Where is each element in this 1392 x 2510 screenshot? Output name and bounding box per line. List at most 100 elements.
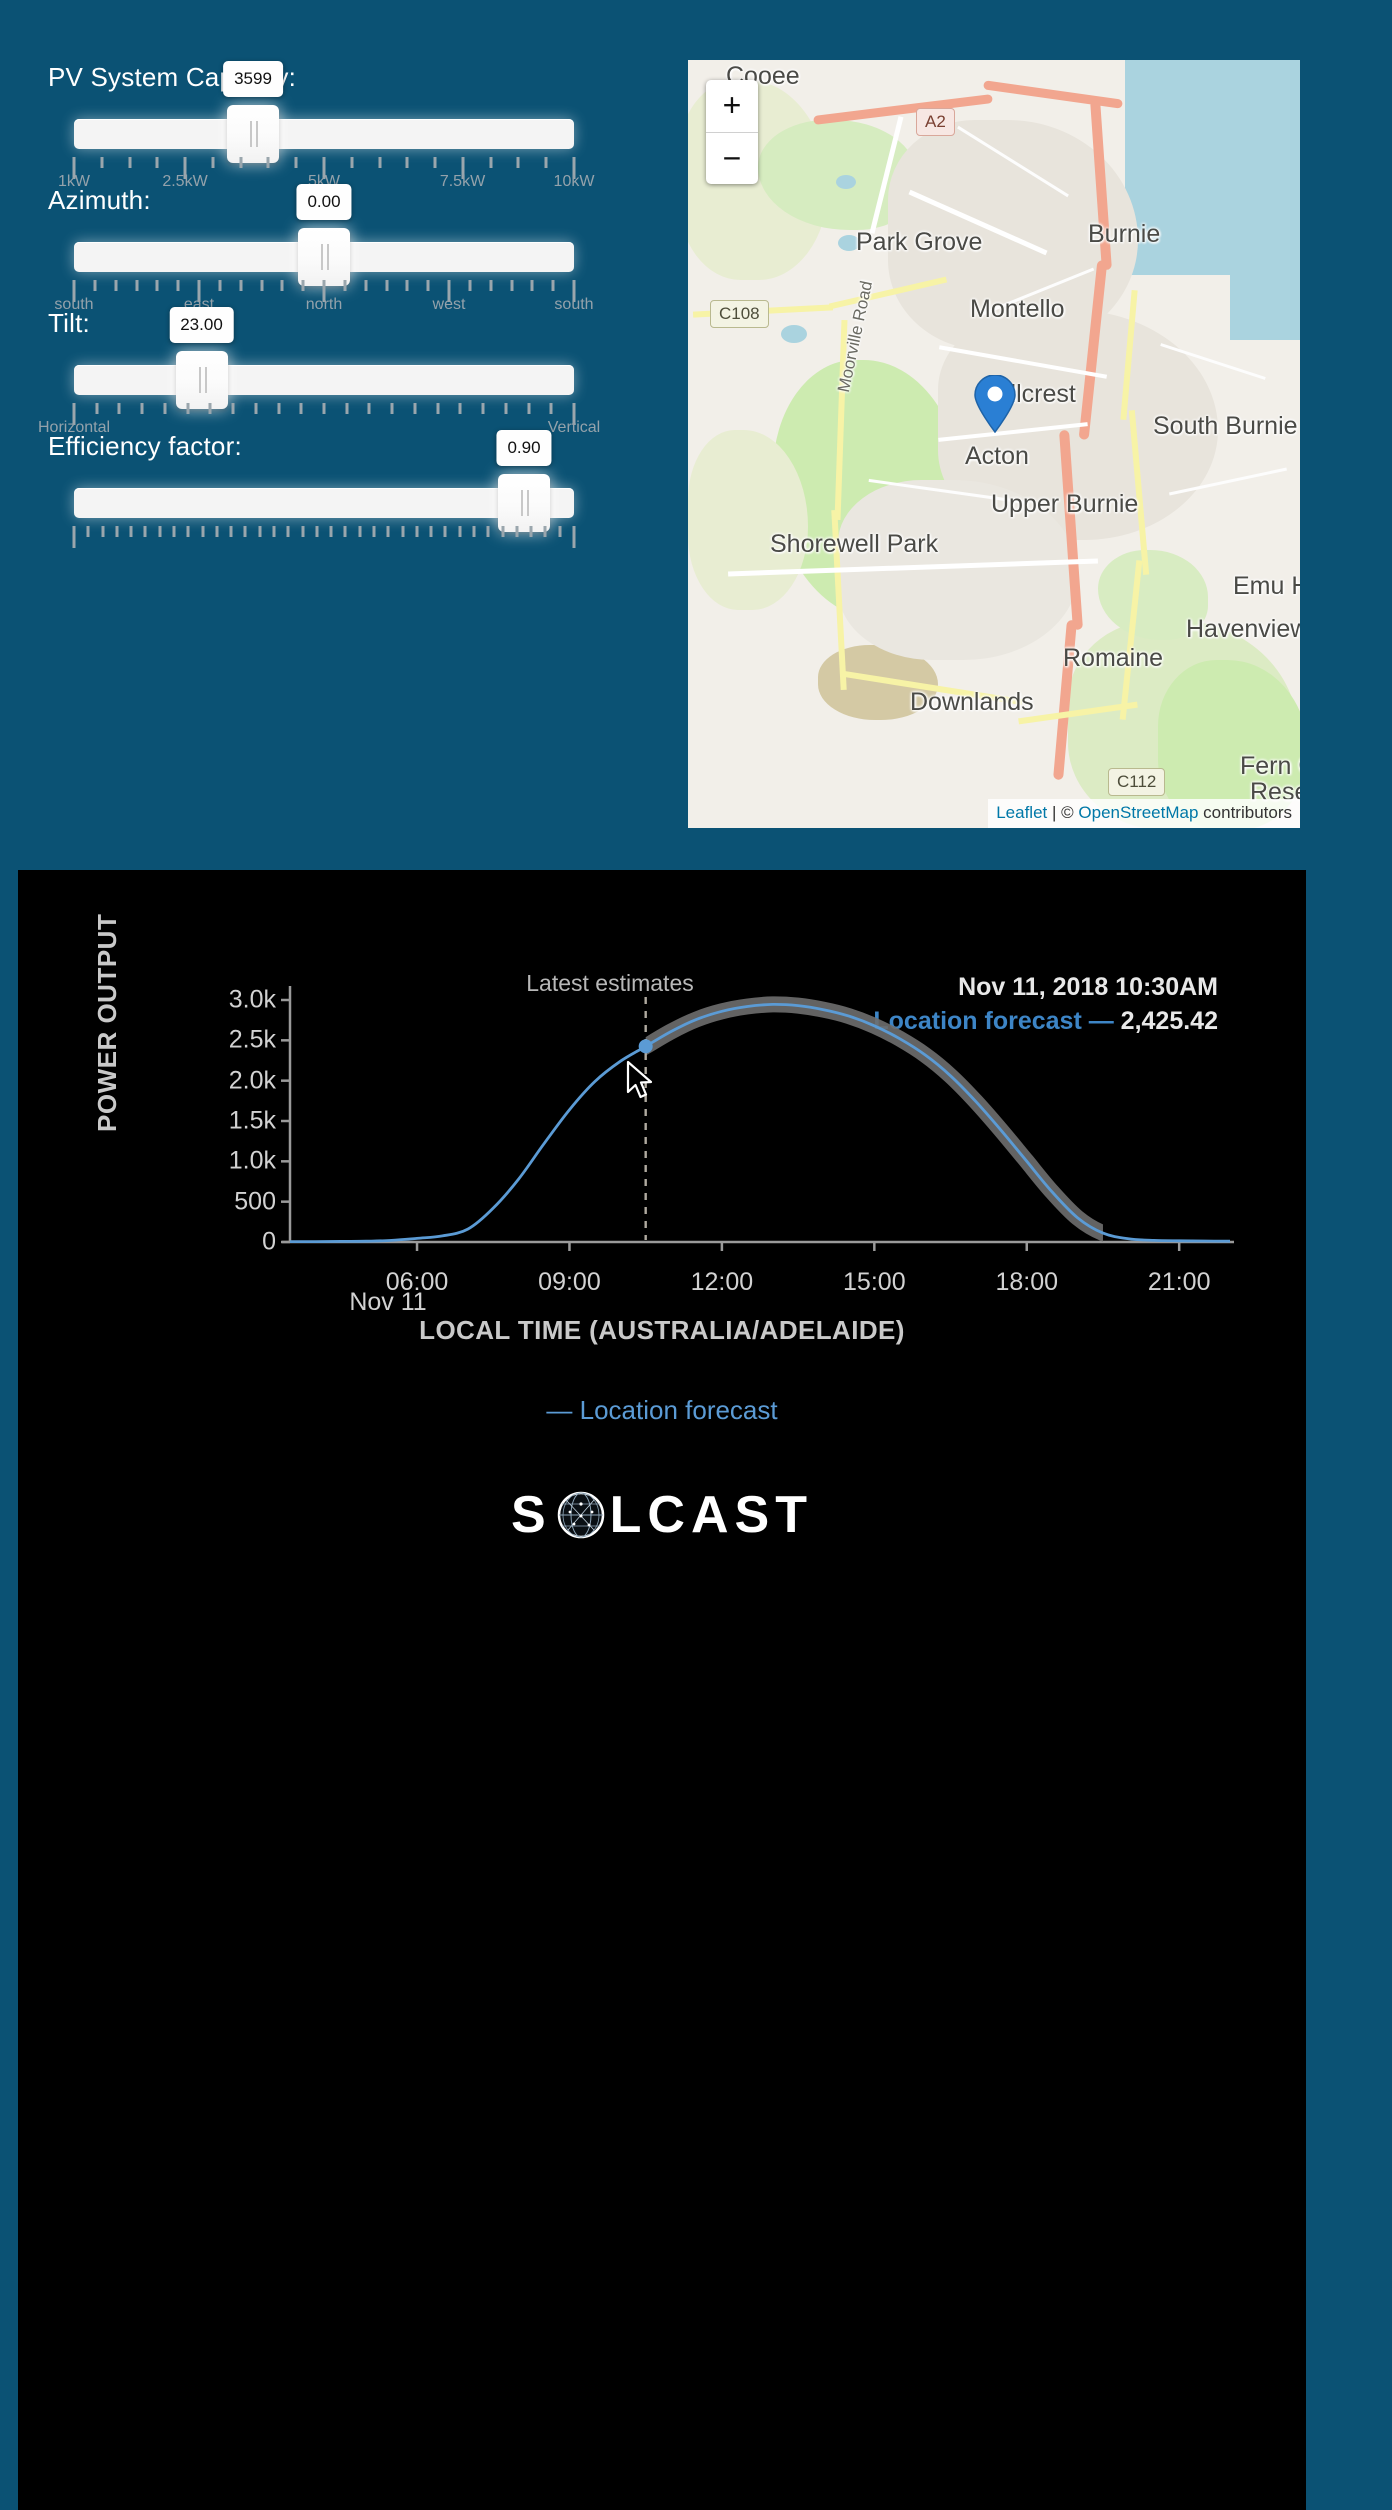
slider-tick [135,280,138,291]
tilt-label: Tilt: [48,308,90,338]
zoom-out-button[interactable]: − [706,132,758,184]
map-place-label: Shorewell Park [770,530,939,558]
slider-tick [299,403,303,414]
openstreetmap-link[interactable]: OpenStreetMap [1078,803,1198,822]
slider-tick [472,526,476,537]
mouse-cursor-icon [626,1060,653,1099]
slider-tick [415,526,418,537]
map-tiles[interactable]: Cooee Park Grove Burnie Montello illcrest Sou… [688,60,1300,828]
slider-tick [315,526,318,537]
map-place-label: Havenview [1186,615,1300,643]
slider-tick [272,526,276,537]
slider-tick [489,157,492,168]
configuration-panel: PV System Capacity: 3599 1kW 2.5kW 5kW 7.5k… [0,0,1392,862]
slider-tick [229,526,233,537]
slider-tick [258,526,261,537]
slider-tick [436,403,439,414]
slider-tick [530,280,534,291]
slider-tick [215,526,218,537]
pv-system-capacity-slider[interactable]: 3599 1kW 2.5kW 5kW 7.5kW 10kW [48,61,594,190]
legend-dash: — [546,1395,573,1425]
map-place-label: South Burnie [1153,412,1298,440]
location-map[interactable]: Cooee Park Grove Burnie Montello illcrest Sou… [688,60,1300,828]
logo-text-pre: S [510,1486,552,1544]
slider-tick [367,403,371,414]
slider-tick [117,403,121,414]
slider-tick [378,157,381,168]
slider-track[interactable] [74,119,574,149]
slider-tick [280,280,284,291]
attribution-contributors: contributors [1203,803,1292,822]
map-water [836,175,856,189]
slider-tick [254,403,257,414]
logo-text-post: LCAST [609,1486,813,1544]
slider-thumb[interactable] [175,351,228,409]
map-road-shield: C112 [1108,768,1166,796]
slider-thumb[interactable] [227,105,279,163]
slider-tick [413,403,416,414]
slider-tick [176,280,180,291]
slider-tick [481,403,485,414]
zoom-in-button[interactable]: + [706,80,758,132]
map-zoom-controls[interactable]: + − [706,80,758,184]
slider-tick [93,280,97,291]
slider-tick [186,403,189,414]
slider-tick [489,280,492,291]
slider-tick [515,526,518,537]
slider-tick [343,526,347,537]
slider-thumb[interactable] [498,474,550,532]
slider-tick [433,157,437,168]
efficiency-factor-tick-labels [74,542,574,564]
control-efficiency-factor: Efficiency factor: 0.90 [48,430,588,548]
forecast-chart[interactable]: POWER OUTPUT LOCAL TIME (AUSTRALIA/ADELA… [18,870,1306,1630]
slider-tick [239,280,242,291]
slider-tick [211,157,214,168]
slider-tick [343,280,346,291]
slider-tick [155,157,159,168]
azimuth-slider[interactable]: 0.00 south east north west south [48,184,594,313]
slider-tick [468,280,471,291]
slider-tick [322,403,326,414]
slider-tick [372,526,376,537]
map-highway-shield: A2 [916,108,955,136]
tilt-slider[interactable]: 23.00 Horizontal Vertical [38,307,600,436]
map-attribution: Leaflet | © OpenStreetMap contributors [988,799,1300,828]
slider-thumb[interactable] [298,228,350,286]
slider-tick [128,157,131,168]
slider-tick [558,526,561,537]
slider-tick [155,280,159,291]
slider-tick [486,526,490,537]
location-marker[interactable] [973,374,1017,434]
legend-label-location-forecast[interactable]: Location forecast [580,1395,778,1425]
solcast-logo: S LCAST [18,1485,1306,1545]
slider-track[interactable] [74,365,574,395]
slider-tick [95,403,98,414]
slider-tick [260,280,263,291]
map-place-label: Fern Glo [1240,752,1300,780]
slider-tick [551,280,555,291]
slider-tick [243,526,247,537]
efficiency-factor-slider[interactable]: 0.90 [48,430,588,548]
slider-tick [405,280,409,291]
map-place-label: Burnie [1088,220,1161,248]
map-place-label: Emu H [1233,572,1300,600]
slider-tick [510,280,513,291]
efficiency-factor-value-bubble: 0.90 [496,430,552,466]
slider-tick [405,157,409,168]
slider-tick [301,526,304,537]
leaflet-link[interactable]: Leaflet [996,803,1047,822]
slider-tick [201,526,204,537]
slider-tick [544,157,548,168]
control-pv-system-capacity: PV System Capacity: 3599 1kW 2.5kW 5kW 7.5k… [48,61,594,190]
slider-tick [350,157,353,168]
slider-tick [266,157,270,168]
slider-tick [140,403,144,414]
map-sea [1230,190,1300,340]
slider-tick [129,526,133,537]
slider-controls: PV System Capacity: 3599 1kW 2.5kW 5kW 7.5k… [38,61,600,548]
chart-legend[interactable]: — Location forecast [18,1395,1306,1426]
slider-tick [426,280,430,291]
pv-system-capacity-label: PV System Capacity: [48,62,296,92]
globe-icon [557,1491,604,1539]
map-place-label: Acton [965,442,1029,470]
